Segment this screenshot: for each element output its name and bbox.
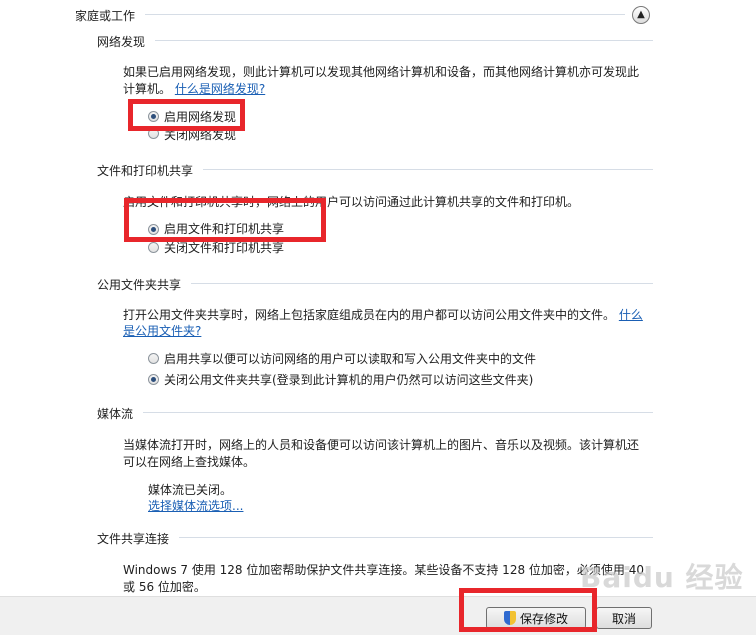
public-folder-help-link-2-wrap: 是公用文件夹? (123, 322, 201, 339)
media-streaming-desc-2: 可以在网络上查找媒体。 (123, 455, 256, 469)
file-sharing-conn-desc: Windows 7 使用 128 位加密帮助保护文件共享连接。某些设备不支持 1… (123, 563, 644, 577)
highlight-box (124, 198, 326, 242)
public-folder-desc: 打开公用文件夹共享时，网络上包括家庭组成员在内的用户都可以访问公用文件夹中的文件… (123, 308, 616, 322)
network-discovery-heading: 网络发现 (97, 35, 146, 49)
divider (143, 412, 653, 413)
divider (145, 14, 625, 15)
file-sharing-conn-desc-2: 或 56 位加密。 (123, 580, 206, 594)
public-folder-heading: 公用文件夹共享 (97, 278, 182, 292)
public-folder-on-label[interactable]: 启用共享以便可以访问网络的用户可以读取和写入公用文件夹中的文件 (164, 350, 536, 367)
divider (191, 283, 653, 284)
highlight-box (128, 99, 245, 131)
network-discovery-desc-2: 计算机。 什么是网络发现? (123, 80, 265, 97)
watermark-logo: Baidu 经验 (580, 561, 744, 594)
public-folder-off-radio[interactable] (148, 374, 159, 385)
section-title: 家庭或工作 (75, 9, 136, 23)
public-folder-help-link-1[interactable]: 什么 (619, 308, 643, 322)
file-sharing-conn-heading: 文件共享连接 (97, 532, 170, 546)
cancel-button[interactable]: 取消 (596, 607, 652, 629)
chevron-up-icon[interactable]: ▲ (632, 6, 650, 24)
file-printer-off-radio[interactable] (148, 242, 159, 253)
media-streaming-options-link[interactable]: 选择媒体流选项... (148, 497, 243, 514)
media-streaming-status: 媒体流已关闭。 (148, 483, 233, 497)
media-streaming-heading: 媒体流 (97, 407, 134, 421)
divider (155, 40, 653, 41)
network-discovery-help-link[interactable]: 什么是网络发现? (175, 82, 265, 96)
public-folder-help-link-2[interactable]: 是公用文件夹? (123, 324, 201, 338)
file-printer-heading: 文件和打印机共享 (97, 164, 194, 178)
highlight-box (459, 588, 597, 632)
network-discovery-desc: 如果已启用网络发现，则此计算机可以发现其他网络计算机和设备，而其他网络计算机亦可… (123, 65, 640, 79)
public-folder-desc-line: 打开公用文件夹共享时，网络上包括家庭组成员在内的用户都可以访问公用文件夹中的文件… (123, 306, 643, 323)
divider (179, 537, 653, 538)
network-discovery-desc-tail: 计算机。 (123, 82, 172, 96)
public-folder-off-label[interactable]: 关闭公用文件夹共享(登录到此计算机的用户仍然可以访问这些文件夹) (164, 371, 533, 388)
divider (203, 169, 653, 170)
public-folder-on-radio[interactable] (148, 353, 159, 364)
media-streaming-desc: 当媒体流打开时，网络上的人员和设备便可以访问该计算机上的图片、音乐以及视频。该计… (123, 438, 640, 452)
